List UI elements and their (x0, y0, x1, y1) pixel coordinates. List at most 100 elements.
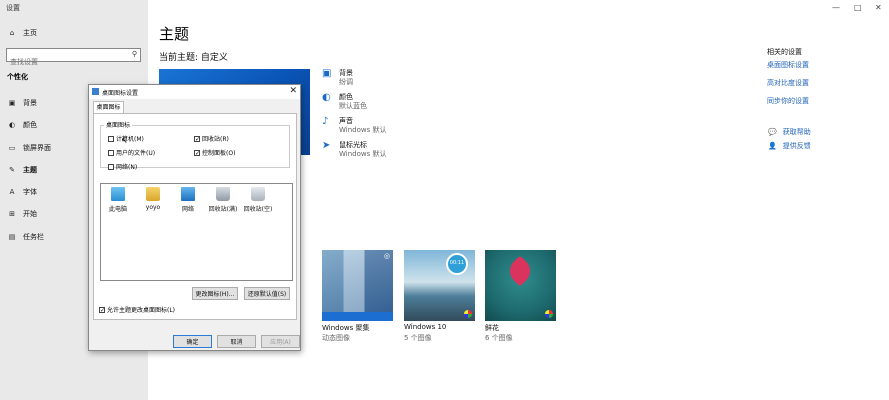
icon-label: 回收站(空) (243, 206, 273, 213)
recycle-bin-empty-icon (251, 187, 265, 201)
picture-icon: ▣ (322, 68, 332, 79)
close-button[interactable]: ✕ (875, 3, 882, 12)
search-input[interactable] (7, 56, 125, 68)
restore-default-button[interactable]: 还原默认值(S) (244, 287, 290, 300)
mouse-cursor-icon: ↖ (121, 136, 128, 145)
icon-label: 网络 (181, 206, 194, 213)
spotlight-icon: ◎ (383, 252, 390, 260)
theme-thumbnail-spotlight[interactable]: ◎ (322, 250, 393, 321)
checkbox-box[interactable]: ✓ (194, 149, 200, 156)
checkbox-control-panel[interactable]: ✓ 控制面板(O) (194, 148, 235, 157)
dialog-title: 桌面图标设置 (102, 90, 139, 97)
theme-name: Windows 聚集 (322, 324, 370, 332)
start-icon: ⊞ (9, 210, 15, 218)
font-icon: A (9, 188, 15, 196)
high-contrast-settings-link[interactable]: 高对比度设置 (767, 78, 809, 88)
search-box[interactable]: ⚲ (6, 48, 141, 68)
checkbox-box[interactable] (108, 149, 114, 156)
apply-button[interactable]: 应用(A) (261, 335, 300, 348)
feedback-icon: 👤 (768, 142, 777, 150)
icon-item-user-files[interactable]: yoyo (136, 187, 170, 211)
theme-image-count: 5 个图像 (404, 334, 432, 342)
cursor-icon: ➤ (322, 140, 331, 151)
change-icon-button[interactable]: 更改图标(H)... (192, 287, 238, 300)
sidebar-item-label: 字体 (23, 188, 37, 196)
palette-icon: ◐ (8, 121, 16, 129)
dialog-titlebar[interactable]: 桌面图标设置 ✕ (89, 85, 300, 99)
section-heading: 个性化 (7, 73, 28, 81)
property-value: 默认蓝色 (339, 102, 367, 110)
icon-label: yoyo (145, 204, 161, 211)
lock-screen-icon: ▭ (8, 144, 16, 152)
sidebar-item-label: 颜色 (23, 121, 37, 129)
color-badge-icon (545, 310, 553, 318)
checkbox-box[interactable]: ✓ (99, 306, 105, 313)
minimize-button[interactable]: — (832, 3, 840, 12)
icon-item-this-pc[interactable]: 此电脑 (101, 187, 135, 213)
checkbox-network[interactable]: 网络(N) (108, 162, 137, 171)
icon-item-recycle-bin-empty[interactable]: 回收站(空) (241, 187, 275, 213)
palette-icon: ◐ (322, 92, 331, 103)
checkbox-label: 网络(N) (116, 164, 138, 171)
icon-item-network[interactable]: 网络 (171, 187, 205, 213)
cancel-button[interactable]: 取消 (217, 335, 256, 348)
theme-image-count: 动态图像 (322, 334, 350, 342)
theme-thumbnail-windows10[interactable]: 00:11 (404, 250, 475, 321)
checkbox-recycle-bin[interactable]: ✓ 回收站(R) (194, 134, 229, 143)
sidebar-item-label: 主题 (23, 166, 37, 174)
property-value: Windows 默认 (339, 126, 387, 134)
ok-button[interactable]: 确定 (173, 335, 212, 348)
theme-thumbnail-flowers[interactable] (485, 250, 556, 321)
theme-name: 鲜花 (485, 324, 499, 332)
checkbox-box[interactable] (108, 163, 114, 170)
icon-label: 回收站(满) (208, 206, 238, 213)
dialog-close-button[interactable]: ✕ (289, 86, 297, 96)
checkbox-user-files[interactable]: 用户的文件(U) (108, 148, 155, 157)
checkbox-box[interactable]: ✓ (194, 135, 200, 142)
recycle-bin-full-icon (216, 187, 230, 201)
help-label: 提供反馈 (782, 142, 811, 150)
sidebar-item-label: 主页 (23, 29, 37, 37)
checkbox-box[interactable] (108, 135, 114, 142)
sidebar-item-label: 锁屏界面 (23, 144, 51, 152)
computer-icon (111, 187, 125, 201)
help-chat-icon: 💬 (768, 128, 777, 136)
theme-image-count: 6 个图像 (485, 334, 513, 342)
desktop-icon-settings-dialog: 桌面图标设置 ✕ 桌面图标 桌面图标 计算机(M) ✓ 回收站(R) 用户的文件… (88, 84, 301, 351)
property-value: Windows 默认 (339, 150, 387, 158)
checkbox-label: 用户的文件(U) (116, 150, 156, 157)
app-title: 设置 (6, 4, 20, 12)
user-folder-icon (146, 187, 160, 201)
picture-icon: ▣ (8, 99, 16, 107)
desktop-icon-settings-link[interactable]: 桌面图标设置 (767, 60, 809, 70)
sidebar-item-label: 背景 (23, 99, 37, 107)
help-label: 获取帮助 (782, 128, 811, 136)
checkbox-label: 回收站(R) (202, 136, 229, 143)
checkbox-label: 允许主题更改桌面图标(L) (107, 307, 176, 314)
desktop-icon-list[interactable]: 此电脑 yoyo 网络 回收站(满) 回收站(空) (100, 183, 293, 281)
theme-clock: 00:11 (449, 260, 465, 266)
sidebar-item-home[interactable]: ⌂ 主页 (0, 26, 148, 40)
group-label: 桌面图标 (104, 120, 133, 129)
network-icon (181, 187, 195, 201)
sidebar-item-label: 开始 (23, 210, 37, 218)
current-theme-label: 当前主题: 自定义 (159, 53, 228, 63)
maximize-button[interactable]: □ (854, 3, 862, 12)
color-badge-icon (464, 310, 472, 318)
page-title: 主题 (159, 25, 190, 43)
checkbox-allow-themes[interactable]: ✓ 允许主题更改桌面图标(L) (99, 305, 175, 314)
taskbar-icon: ▤ (8, 233, 16, 241)
icon-label: 此电脑 (108, 206, 127, 213)
theme-icon: ✎ (9, 166, 15, 174)
property-value: 纷调 (339, 78, 353, 86)
feedback-link[interactable]: 👤 提供反馈 (768, 141, 811, 151)
checkbox-label: 控制面板(O) (202, 150, 236, 157)
desktop-icon (92, 88, 99, 95)
get-help-link[interactable]: 💬 获取帮助 (768, 127, 811, 137)
theme-name: Windows 10 (404, 323, 447, 331)
icon-item-recycle-bin-full[interactable]: 回收站(满) (206, 187, 240, 213)
speaker-icon: ♪ (322, 116, 329, 127)
search-icon[interactable]: ⚲ (132, 50, 137, 58)
sync-settings-link[interactable]: 同步你的设置 (767, 96, 809, 106)
related-settings-heading: 相关的设置 (767, 48, 802, 56)
